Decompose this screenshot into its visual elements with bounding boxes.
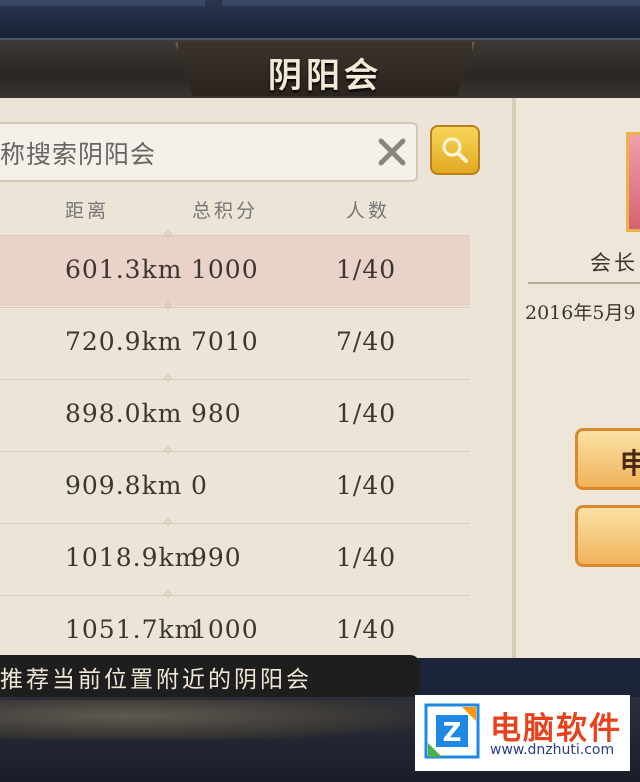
row-distance: 1051.7km	[65, 615, 200, 638]
row-distance: 720.9km	[65, 327, 183, 356]
row-distance: 909.8km	[65, 471, 183, 500]
leader-avatar	[626, 132, 640, 232]
secondary-button[interactable]	[575, 505, 640, 567]
row-divider	[0, 523, 470, 524]
founded-date: 2016年5月9	[525, 302, 636, 324]
row-distance: 1018.9km	[65, 543, 200, 572]
watermark-url: www.dnzhuti.com	[490, 742, 615, 758]
divider-ornament-icon: ✧	[162, 587, 174, 603]
divider-ornament-icon: ✧	[162, 443, 174, 459]
ink-decoration	[0, 700, 420, 740]
tab-edge	[0, 0, 205, 6]
top-frame	[0, 0, 640, 40]
guild-list: ✧ ✧ ✧ ✧ ✧ ✧ 601.3km 1000 1/40 720.9km 70…	[0, 98, 512, 638]
row-members: 1/40	[336, 471, 397, 500]
divider-ornament-icon: ✧	[162, 371, 174, 387]
row-members: 1/40	[336, 399, 397, 428]
row-divider	[0, 235, 470, 236]
divider-ornament-icon: ✧	[162, 299, 174, 315]
row-score: 1000	[191, 615, 259, 638]
row-members: 1/40	[336, 255, 397, 284]
page-title: 阴阳会	[268, 56, 382, 96]
row-members: 7/40	[336, 327, 397, 356]
divider-ornament-icon: ✧	[162, 227, 174, 243]
guild-detail-panel	[512, 98, 640, 658]
row-distance: 601.3km	[65, 255, 183, 284]
watermark-logo-icon: Z	[424, 703, 480, 759]
row-score: 990	[191, 543, 242, 572]
tip-text: 推荐当前位置附近的阴阳会	[0, 667, 312, 693]
row-divider	[0, 595, 470, 596]
svg-text:Z: Z	[443, 718, 462, 748]
apply-button-label[interactable]: 申	[620, 442, 640, 482]
row-members: 1/40	[336, 543, 397, 572]
divider	[528, 282, 640, 284]
row-score: 1000	[191, 255, 259, 284]
row-distance: 898.0km	[65, 399, 183, 428]
leader-label: 会长	[590, 251, 638, 275]
tab-edge	[222, 0, 640, 6]
row-divider	[0, 379, 470, 380]
row-score: 7010	[191, 327, 259, 356]
row-members: 1/40	[336, 615, 397, 638]
row-score: 0	[191, 471, 208, 500]
row-score: 980	[191, 399, 242, 428]
row-divider	[0, 451, 470, 452]
divider-ornament-icon: ✧	[162, 515, 174, 531]
row-divider	[0, 307, 470, 308]
